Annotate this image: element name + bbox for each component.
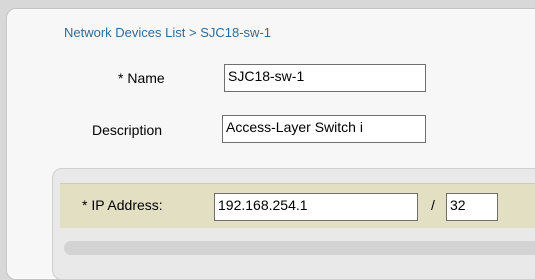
description-field[interactable]: Access-Layer Switch i [222, 115, 426, 143]
name-label: * Name [118, 70, 165, 86]
breadcrumb-parent-link[interactable]: Network Devices List [64, 25, 185, 40]
description-label: Description [92, 122, 163, 138]
horizontal-scrollbar[interactable] [64, 241, 535, 255]
breadcrumb: Network Devices List > SJC18-sw-1 [64, 25, 271, 40]
subnet-slash: / [431, 197, 435, 213]
ip-address-label: * IP Address: [82, 197, 163, 213]
name-field[interactable]: SJC18-sw-1 [224, 64, 426, 92]
breadcrumb-separator: > [185, 25, 201, 40]
subnet-mask-field[interactable]: 32 [446, 193, 498, 221]
breadcrumb-current: SJC18-sw-1 [200, 25, 271, 40]
ip-address-field[interactable]: 192.168.254.1 [214, 193, 418, 221]
